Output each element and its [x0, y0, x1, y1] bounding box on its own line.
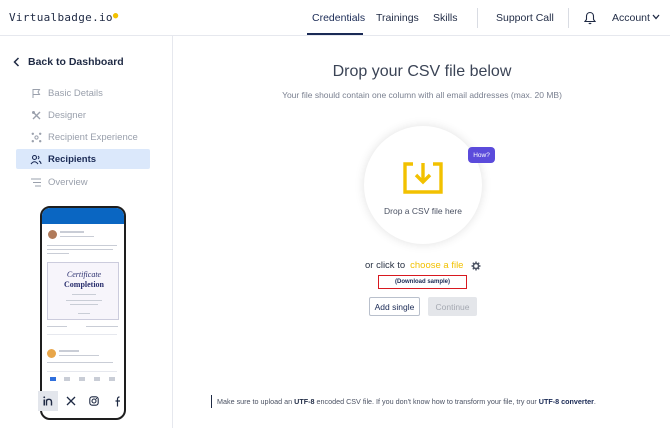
download-sample-link[interactable]: (Download sample): [378, 275, 467, 289]
phone-preview: Certificate Completion: [40, 206, 126, 420]
logo[interactable]: Virtualbadge.io●: [9, 11, 119, 24]
nav-active-indicator: [307, 33, 363, 35]
sidebar-item-label: Overview: [48, 176, 88, 188]
nav-account[interactable]: Account: [612, 12, 650, 24]
choose-file-row: or click to choose a file: [365, 260, 481, 271]
bell-icon[interactable]: [584, 11, 596, 25]
csv-drop-zone[interactable]: Drop a CSV file here: [364, 126, 482, 244]
instagram-icon[interactable]: [84, 391, 104, 411]
nav-credentials[interactable]: Credentials: [312, 12, 365, 24]
tools-icon: [30, 109, 42, 121]
sidebar: Back to Dashboard Basic Details Designer…: [0, 36, 173, 428]
preview-header-bar: [42, 208, 124, 224]
utf8-hint: Make sure to upload an UTF-8 encoded CSV…: [211, 395, 596, 408]
utf8-converter-link[interactable]: UTF-8 converter: [539, 397, 594, 406]
back-label: Back to Dashboard: [28, 56, 124, 68]
sidebar-item-recipient-experience[interactable]: Recipient Experience: [16, 127, 150, 147]
certificate-title-line1: Certificate: [66, 270, 102, 279]
sidebar-item-designer[interactable]: Designer: [16, 105, 150, 125]
chevron-left-icon: [13, 57, 20, 67]
hub-icon: [30, 131, 42, 143]
sidebar-item-label: Recipients: [48, 153, 97, 165]
facebook-icon[interactable]: [108, 391, 128, 411]
certificate-title-line2: Completion: [64, 280, 104, 289]
drop-zone-label: Drop a CSV file here: [384, 206, 462, 216]
download-tray-icon: [403, 162, 443, 194]
back-to-dashboard-link[interactable]: Back to Dashboard: [13, 56, 124, 68]
choose-file-link[interactable]: choose a file: [410, 260, 463, 271]
avatar: [48, 230, 57, 239]
flag-icon: [30, 87, 42, 99]
users-icon: [30, 153, 42, 165]
nav-divider: [477, 8, 478, 28]
sidebar-item-basic-details[interactable]: Basic Details: [16, 83, 150, 103]
nav-divider: [568, 8, 569, 28]
avatar: [47, 349, 56, 358]
or-click-label: or click to: [365, 260, 406, 271]
chevron-down-icon[interactable]: [652, 14, 660, 20]
nav-support-call[interactable]: Support Call: [496, 12, 554, 24]
sidebar-item-overview[interactable]: Overview: [16, 172, 150, 192]
list-icon: [30, 176, 42, 188]
page-title: Drop your CSV file below: [332, 63, 512, 80]
page-subtitle: Your file should contain one column with…: [282, 90, 562, 100]
nav-trainings[interactable]: Trainings: [376, 12, 419, 24]
gear-icon[interactable]: [471, 261, 481, 271]
sidebar-item-label: Recipient Experience: [48, 131, 138, 143]
sidebar-item-label: Basic Details: [48, 87, 103, 99]
sidebar-item-label: Designer: [48, 109, 87, 121]
main-content: Drop your CSV file below Your file shoul…: [174, 36, 670, 428]
linkedin-icon[interactable]: [38, 391, 58, 411]
how-button[interactable]: How?: [468, 147, 495, 163]
x-icon[interactable]: [61, 391, 81, 411]
continue-button[interactable]: Continue: [428, 297, 477, 316]
sidebar-item-recipients[interactable]: Recipients: [16, 149, 150, 169]
add-single-button[interactable]: Add single: [369, 297, 420, 316]
top-bar: Virtualbadge.io● Credentials Trainings S…: [0, 0, 670, 36]
nav-skills[interactable]: Skills: [433, 12, 458, 24]
certificate-preview: Certificate Completion: [47, 262, 119, 320]
